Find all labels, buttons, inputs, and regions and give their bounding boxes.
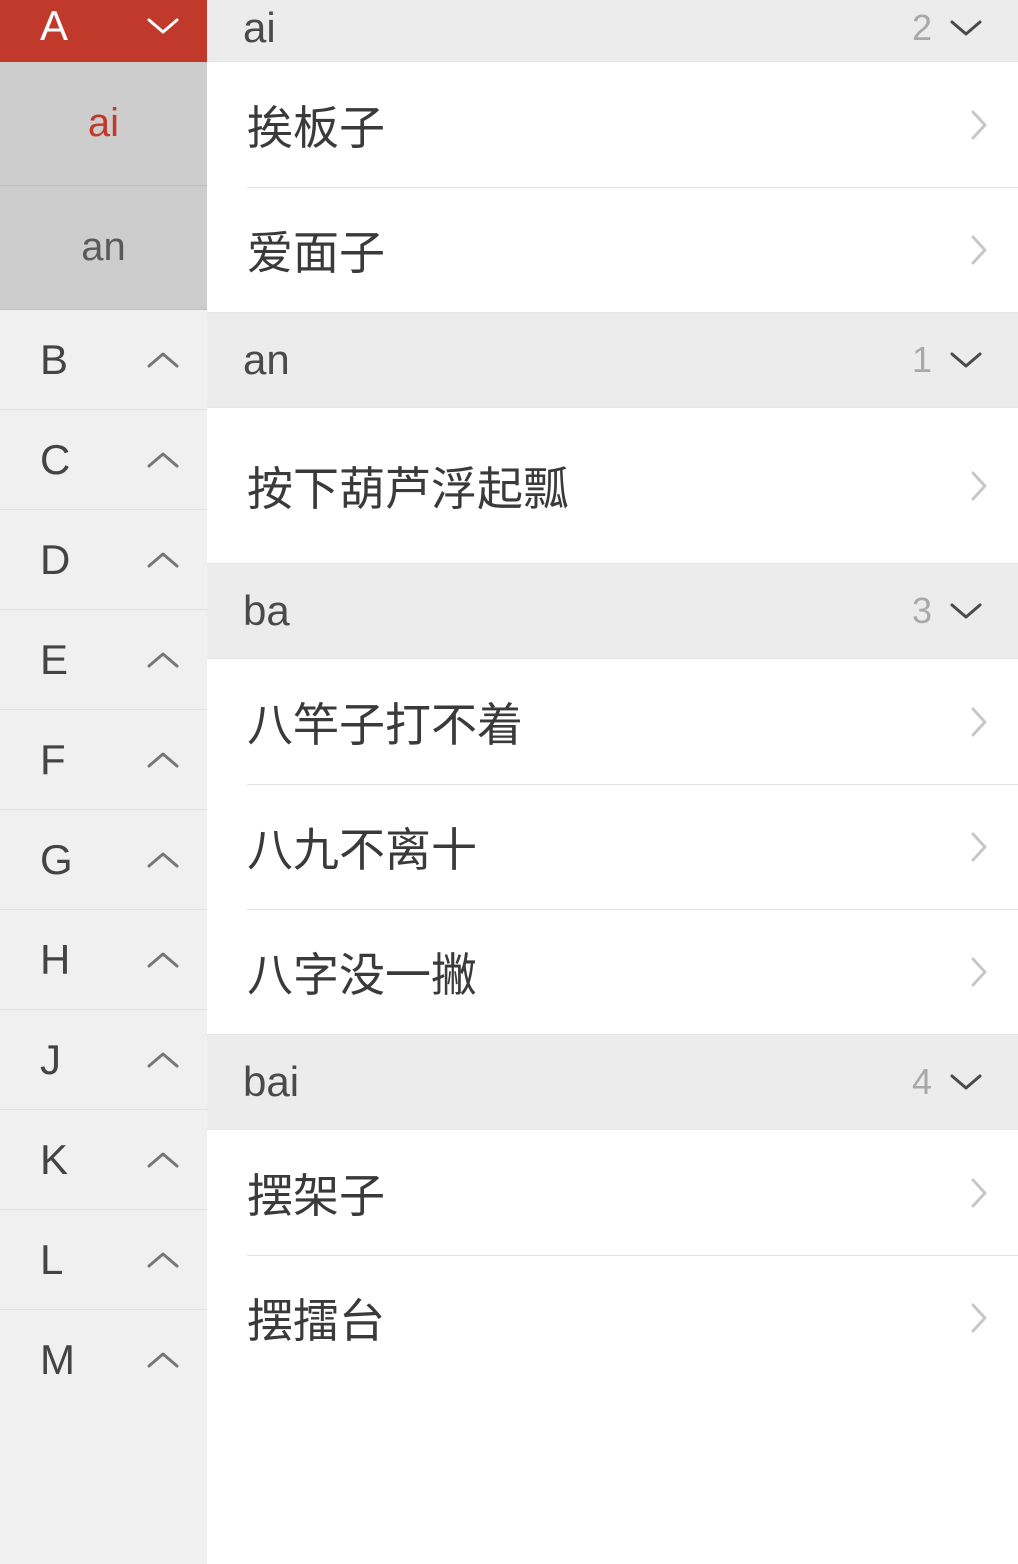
chevron-up-icon: [147, 1150, 179, 1170]
app-root: A ai an B C D: [0, 0, 1018, 1564]
chevron-down-icon: [950, 1072, 982, 1092]
entry-row[interactable]: 八竿子打不着: [207, 659, 1018, 784]
entry-row[interactable]: 爱面子: [207, 187, 1018, 312]
chevron-right-icon: [970, 831, 988, 863]
sidebar-sub-label: an: [81, 225, 126, 270]
chevron-down-icon: [950, 601, 982, 621]
sidebar-letter-label: L: [40, 1236, 63, 1284]
sidebar: A ai an B C D: [0, 0, 207, 1564]
sidebar-sub-ai[interactable]: ai: [0, 62, 207, 186]
entry-row[interactable]: 八字没一撇: [207, 909, 1018, 1034]
chevron-right-icon: [970, 109, 988, 141]
entry-row[interactable]: 摆架子: [207, 1130, 1018, 1255]
sidebar-letter-label: C: [40, 436, 70, 484]
chevron-down-icon: [950, 350, 982, 370]
chevron-right-icon: [970, 1302, 988, 1334]
group-pinyin: an: [243, 336, 290, 384]
sidebar-letter-b[interactable]: B: [0, 310, 207, 410]
sidebar-letter-f[interactable]: F: [0, 710, 207, 810]
chevron-right-icon: [970, 706, 988, 738]
main-content: ai 2 挨板子 爱面子 an 1 按下葫芦浮起瓢: [207, 0, 1018, 1564]
sidebar-letter-label: G: [40, 836, 73, 884]
chevron-up-icon: [147, 1250, 179, 1270]
sidebar-letter-label: M: [40, 1336, 75, 1384]
entry-text: 爱面子: [247, 217, 385, 283]
chevron-down-icon: [950, 18, 982, 38]
chevron-right-icon: [970, 470, 988, 502]
sidebar-letter-h[interactable]: H: [0, 910, 207, 1010]
chevron-right-icon: [970, 234, 988, 266]
group-count: 3: [912, 590, 932, 632]
chevron-up-icon: [147, 450, 179, 470]
sidebar-letter-d[interactable]: D: [0, 510, 207, 610]
sidebar-letter-label: E: [40, 636, 68, 684]
entry-text: 摆擂台: [247, 1285, 385, 1351]
group-count: 1: [912, 339, 932, 381]
sidebar-sub-an[interactable]: an: [0, 186, 207, 310]
chevron-up-icon: [147, 1050, 179, 1070]
sidebar-letter-j[interactable]: J: [0, 1010, 207, 1110]
group-count: 2: [912, 7, 932, 49]
sidebar-current-letter[interactable]: A: [0, 0, 207, 62]
entry-text: 挨板子: [247, 92, 385, 158]
sidebar-letter-m[interactable]: M: [0, 1310, 207, 1410]
entry-text: 八九不离十: [247, 814, 477, 880]
chevron-up-icon: [147, 650, 179, 670]
group-header-bai[interactable]: bai 4: [207, 1034, 1018, 1130]
entry-row[interactable]: 按下葫芦浮起瓢: [207, 408, 1018, 563]
sidebar-letter-label: D: [40, 536, 70, 584]
chevron-down-icon: [147, 16, 179, 36]
sidebar-letter-label: A: [40, 2, 68, 50]
group-header-an[interactable]: an 1: [207, 312, 1018, 408]
sidebar-letter-label: B: [40, 336, 68, 384]
chevron-up-icon: [147, 850, 179, 870]
sidebar-letter-label: J: [40, 1036, 61, 1084]
group-pinyin: ba: [243, 587, 290, 635]
entry-row[interactable]: 摆擂台: [207, 1255, 1018, 1380]
chevron-right-icon: [970, 1177, 988, 1209]
sidebar-letter-l[interactable]: L: [0, 1210, 207, 1310]
chevron-right-icon: [970, 956, 988, 988]
group-header-ba[interactable]: ba 3: [207, 563, 1018, 659]
chevron-up-icon: [147, 750, 179, 770]
group-header-ai[interactable]: ai 2: [207, 0, 1018, 62]
sidebar-letter-label: H: [40, 936, 70, 984]
sidebar-sub-label: ai: [88, 101, 119, 146]
entry-text: 摆架子: [247, 1160, 385, 1226]
sidebar-letter-k[interactable]: K: [0, 1110, 207, 1210]
sidebar-letter-c[interactable]: C: [0, 410, 207, 510]
group-count: 4: [912, 1061, 932, 1103]
chevron-up-icon: [147, 550, 179, 570]
entry-text: 按下葫芦浮起瓢: [247, 453, 569, 519]
sidebar-letter-e[interactable]: E: [0, 610, 207, 710]
entry-row[interactable]: 八九不离十: [207, 784, 1018, 909]
sidebar-letter-g[interactable]: G: [0, 810, 207, 910]
chevron-up-icon: [147, 1350, 179, 1370]
entry-text: 八字没一撇: [247, 939, 477, 1005]
chevron-up-icon: [147, 350, 179, 370]
chevron-up-icon: [147, 950, 179, 970]
group-pinyin: ai: [243, 4, 276, 52]
entry-row[interactable]: 挨板子: [207, 62, 1018, 187]
group-pinyin: bai: [243, 1058, 299, 1106]
entry-text: 八竿子打不着: [247, 689, 523, 755]
sidebar-letter-label: K: [40, 1136, 68, 1184]
sidebar-letter-label: F: [40, 736, 66, 784]
